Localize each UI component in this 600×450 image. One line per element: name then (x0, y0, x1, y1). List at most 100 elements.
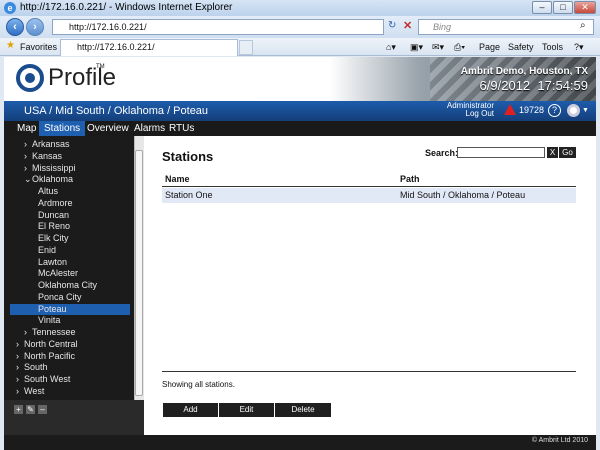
address-text: http://172.16.0.221/ (69, 22, 147, 32)
tree-item[interactable]: › West (10, 386, 130, 397)
logout-link[interactable]: Log Out (436, 110, 494, 118)
tree-item[interactable]: Elk City (10, 233, 130, 244)
tree-item[interactable]: › Tennessee (10, 327, 130, 338)
station-search-input[interactable] (457, 147, 545, 158)
tree-item[interactable]: › South West (10, 374, 130, 385)
tree-item[interactable]: Poteau (10, 303, 130, 315)
tree-item[interactable]: › Kansas (10, 151, 130, 162)
refresh-icon[interactable]: ↻ (388, 20, 396, 31)
window-titlebar: http://172.16.0.221/ - Windows Internet … (0, 0, 600, 16)
tab-stations[interactable]: Stations (39, 121, 86, 136)
tree-item[interactable]: Lawton (10, 257, 130, 268)
tree-item-label: Poteau (38, 303, 67, 314)
edit-button[interactable]: Edit (219, 403, 274, 417)
go-button[interactable]: Go (559, 147, 576, 158)
site-name: Ambrit Demo, Houston, TX (460, 66, 588, 77)
feeds-icon[interactable]: ▣▾ (410, 41, 423, 53)
tree-item[interactable]: Ponca City (10, 292, 130, 303)
search-input[interactable]: Bing (418, 19, 594, 35)
tree-item[interactable]: › South (10, 362, 130, 373)
tree-edit-icon[interactable]: ✎ (26, 405, 35, 414)
collapsed-chevron-icon[interactable]: › (16, 374, 19, 385)
favorites-star-icon[interactable]: ★ (6, 40, 15, 51)
forward-button[interactable]: › (26, 18, 44, 36)
collapsed-chevron-icon[interactable]: › (24, 327, 27, 338)
cell-name: Station One (165, 190, 213, 200)
collapsed-chevron-icon[interactable]: › (16, 386, 19, 397)
tree-item-label: South (24, 362, 48, 373)
tree-item[interactable]: Oklahoma City (10, 280, 130, 291)
collapsed-chevron-icon[interactable]: › (24, 139, 27, 150)
collapsed-chevron-icon[interactable]: › (16, 351, 19, 362)
tree-item[interactable]: › Mississippi (10, 163, 130, 174)
tree-item-label: North Pacific (24, 350, 76, 361)
tree-item-label: Altus (38, 186, 59, 196)
ie-logo-icon: e (4, 2, 16, 14)
home-icon[interactable]: ⌂▾ (386, 41, 396, 53)
tab-map[interactable]: Map (12, 121, 41, 136)
minimize-button[interactable]: – (532, 1, 552, 14)
tree-toolbar (4, 400, 144, 435)
tree-item[interactable]: El Reno (10, 221, 130, 232)
tree-item[interactable]: Enid (10, 245, 130, 256)
address-bar[interactable]: http://172.16.0.221/ (52, 19, 384, 35)
time-text: 17:54:59 (537, 78, 588, 93)
tree-item-label: Vinita (38, 315, 61, 326)
alarm-count[interactable]: 19728 (519, 105, 544, 115)
new-tab-button[interactable] (239, 40, 253, 55)
print-icon[interactable]: ⎙▾ (454, 41, 465, 53)
tree-item[interactable]: › North Central (10, 339, 130, 350)
column-name[interactable]: Name (165, 172, 190, 187)
tree-item[interactable]: Vinita (10, 315, 130, 326)
help-menu-icon[interactable]: ?▾ (574, 41, 584, 53)
tab-rtus[interactable]: RTUs (164, 121, 199, 136)
tree-item[interactable]: McAlester (10, 268, 130, 279)
delete-button[interactable]: Delete (275, 403, 331, 417)
breadcrumb: USA / Mid South / Oklahoma / Poteau (24, 105, 209, 117)
tree-item[interactable]: ⌄ Oklahoma (10, 174, 130, 185)
tree-item[interactable]: Altus (10, 186, 130, 197)
browser-tab[interactable]: http://172.16.0.221/ (60, 39, 238, 56)
tree-item-label: Arkansas (32, 139, 70, 149)
column-path[interactable]: Path (400, 172, 420, 187)
tree-item[interactable]: Duncan (10, 210, 130, 221)
tree-add-icon[interactable]: + (14, 405, 23, 414)
favorites-button[interactable]: Favorites (20, 41, 57, 53)
menu-tools[interactable]: Tools (542, 41, 563, 53)
tree-item-label: Lawton (38, 256, 68, 267)
tree-item-label: Mississippi (32, 162, 76, 173)
menu-safety[interactable]: Safety (508, 41, 534, 53)
table-row[interactable]: Station One Mid South / Oklahoma / Potea… (162, 188, 576, 203)
tree-item-label: Oklahoma City (38, 280, 98, 290)
cell-path: Mid South / Oklahoma / Poteau (400, 190, 526, 200)
date-text: 6/9/2012 (479, 78, 531, 93)
back-button[interactable]: ‹ (6, 18, 24, 36)
tree-item[interactable]: › Arkansas (10, 139, 130, 150)
tree-scroll-thumb[interactable] (135, 150, 143, 396)
stop-icon[interactable]: ✕ (403, 19, 412, 32)
collapsed-chevron-icon[interactable]: › (24, 163, 27, 174)
tree-remove-icon[interactable]: – (38, 405, 47, 414)
search-icon[interactable]: ⌕ (580, 20, 586, 31)
collapsed-chevron-icon[interactable]: › (24, 151, 27, 162)
settings-gear-icon[interactable] (567, 104, 580, 117)
menu-page[interactable]: Page (479, 41, 500, 53)
help-icon[interactable]: ? (548, 104, 561, 117)
collapsed-chevron-icon[interactable]: › (16, 362, 19, 373)
collapsed-chevron-icon[interactable]: › (16, 339, 19, 350)
clear-search-button[interactable]: X (547, 147, 558, 158)
app-name: Profile (48, 64, 117, 91)
add-button[interactable]: Add (163, 403, 218, 417)
settings-caret-icon[interactable]: ▼ (582, 107, 589, 114)
maximize-button[interactable]: □ (553, 1, 573, 14)
tree-item-label: El Reno (38, 221, 71, 232)
alarm-warning-icon[interactable] (504, 104, 516, 115)
tree-item[interactable]: › North Pacific (10, 351, 130, 362)
tree-item[interactable]: Ardmore (10, 198, 130, 209)
table-divider (162, 371, 576, 372)
tab-overview[interactable]: Overview (82, 121, 134, 136)
tree-item-label: Kansas (32, 150, 63, 161)
expanded-chevron-icon[interactable]: ⌄ (24, 174, 32, 185)
mail-icon[interactable]: ✉▾ (432, 41, 444, 53)
close-window-button[interactable]: ✕ (574, 1, 596, 14)
